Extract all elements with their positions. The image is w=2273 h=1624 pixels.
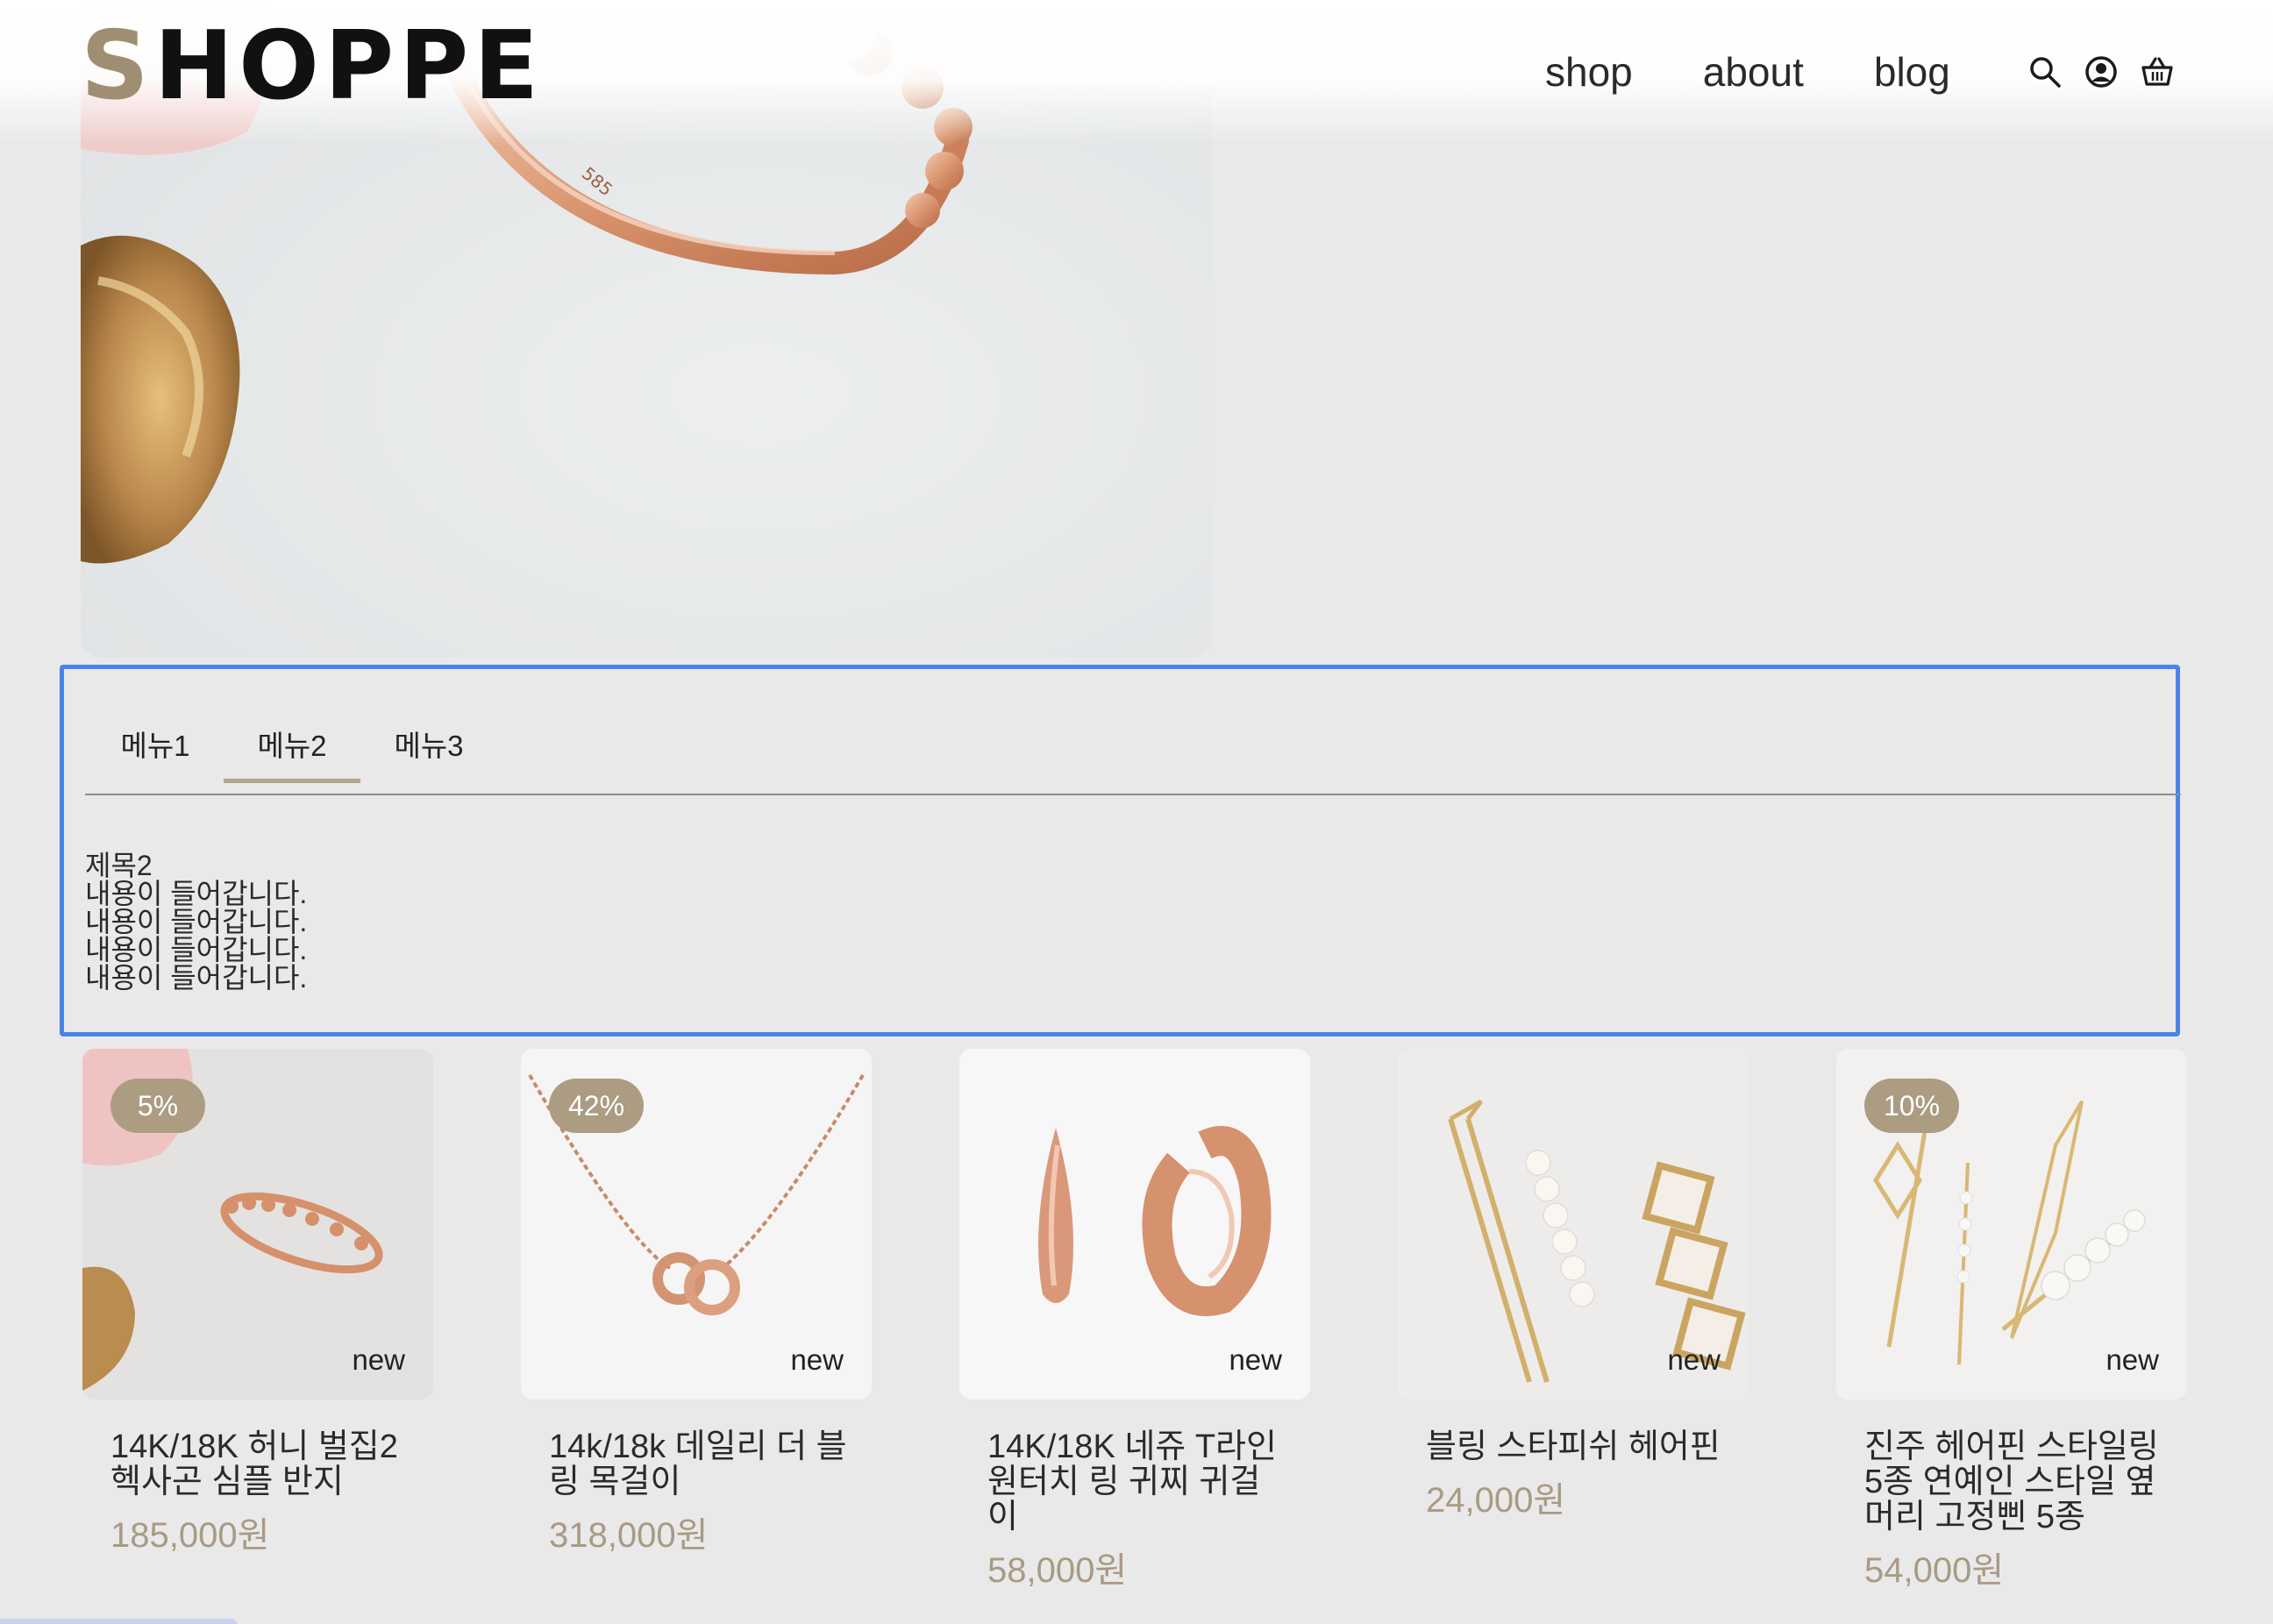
product-price: 58,000원: [987, 1551, 1128, 1590]
tab-content-line: 내용이 들어갑니다.: [85, 906, 308, 937]
product-price: 318,000원: [549, 1516, 709, 1555]
product-grid: 5% new 14K/18K 허니 벌집2 헥사곤 심플 반지 185,000원…: [82, 1049, 2187, 1624]
new-tag: new: [352, 1343, 405, 1376]
cart-icon[interactable]: [2140, 54, 2175, 89]
tab-divider: [85, 794, 2181, 795]
product-name[interactable]: 14K/18K 허니 벌집2 헥사곤 심플 반지: [110, 1429, 409, 1499]
product-name[interactable]: 진주 헤어핀 스타일링 5종 연예인 스타일 옆머리 고정삔 5종: [1864, 1429, 2163, 1535]
product-card[interactable]: 5% new 14K/18K 허니 벌집2 헥사곤 심플 반지 185,000원: [82, 1049, 433, 1557]
new-tag: new: [790, 1343, 844, 1376]
tab-panel: 메뉴1 메뉴2 메뉴3 제목2 내용이 들어갑니다. 내용이 들어갑니다. 내용…: [60, 665, 2181, 1036]
product-price: 54,000원: [1864, 1551, 2005, 1590]
new-tag: new: [2106, 1343, 2159, 1376]
discount-badge: 5%: [110, 1079, 205, 1133]
product-card[interactable]: 42% new 14k/18k 데일리 더 블링 목걸이 318,000원: [521, 1049, 872, 1557]
tab-list: 메뉴1 메뉴2 메뉴3: [87, 723, 497, 783]
tab-content-title: 제목2: [85, 850, 153, 881]
nav-link-blog[interactable]: blog: [1874, 46, 1950, 98]
new-tag: new: [1667, 1343, 1721, 1376]
tab-content-line: 내용이 들어갑니다.: [85, 962, 308, 994]
tab-content-line: 내용이 들어갑니다.: [85, 934, 308, 965]
product-price: 24,000원: [1426, 1481, 1566, 1520]
header-icons: [2027, 54, 2196, 89]
tab-menu3[interactable]: 메뉴3: [360, 723, 497, 783]
discount-badge: 42%: [549, 1079, 644, 1133]
tab-menu1[interactable]: 메뉴1: [87, 723, 224, 783]
product-name[interactable]: 블링 스타피쉬 헤어핀: [1426, 1429, 1724, 1464]
product-name[interactable]: 14K/18K 네쥬 T라인 원터치 링 귀찌 귀걸이: [987, 1429, 1286, 1535]
new-tag: new: [1229, 1343, 1282, 1376]
product-image[interactable]: new: [1398, 1049, 1749, 1400]
tab-content: 제목2 내용이 들어갑니다. 내용이 들어갑니다. 내용이 들어갑니다. 내용이…: [85, 851, 307, 992]
product-card[interactable]: new 14K/18K 네쥬 T라인 원터치 링 귀찌 귀걸이 58,000원: [959, 1049, 1310, 1592]
site-header: SHOPPE shop about blog: [0, 0, 2273, 145]
product-image[interactable]: 10% new: [1836, 1049, 2187, 1400]
nav-link-about[interactable]: about: [1703, 46, 1804, 98]
nav-link-shop[interactable]: shop: [1545, 46, 1633, 98]
product-card[interactable]: 10% new 진주 헤어핀 스타일링 5종 연예인 스타일 옆머리 고정삔 5…: [1836, 1049, 2187, 1592]
product-image[interactable]: new: [959, 1049, 1310, 1400]
tab-content-line: 내용이 들어갑니다.: [85, 878, 308, 909]
product-image[interactable]: 42% new: [521, 1049, 872, 1400]
bottom-scroll-indicator: [0, 1619, 237, 1624]
discount-badge: 10%: [1864, 1079, 1959, 1133]
main-nav: shop about blog: [1545, 46, 2020, 98]
product-price: 185,000원: [110, 1516, 270, 1555]
site-logo[interactable]: SHOPPE: [81, 19, 544, 114]
search-icon[interactable]: [2027, 54, 2063, 89]
product-card[interactable]: new 블링 스타피쉬 헤어핀 24,000원: [1398, 1049, 1749, 1522]
product-image[interactable]: 5% new: [82, 1049, 433, 1400]
tab-menu2[interactable]: 메뉴2: [224, 723, 360, 783]
page: 585 SHOPPE shop about blog 메뉴1 메뉴2 메뉴3 제…: [0, 0, 2273, 1624]
product-name[interactable]: 14k/18k 데일리 더 블링 목걸이: [549, 1429, 847, 1499]
user-icon[interactable]: [2084, 54, 2119, 89]
